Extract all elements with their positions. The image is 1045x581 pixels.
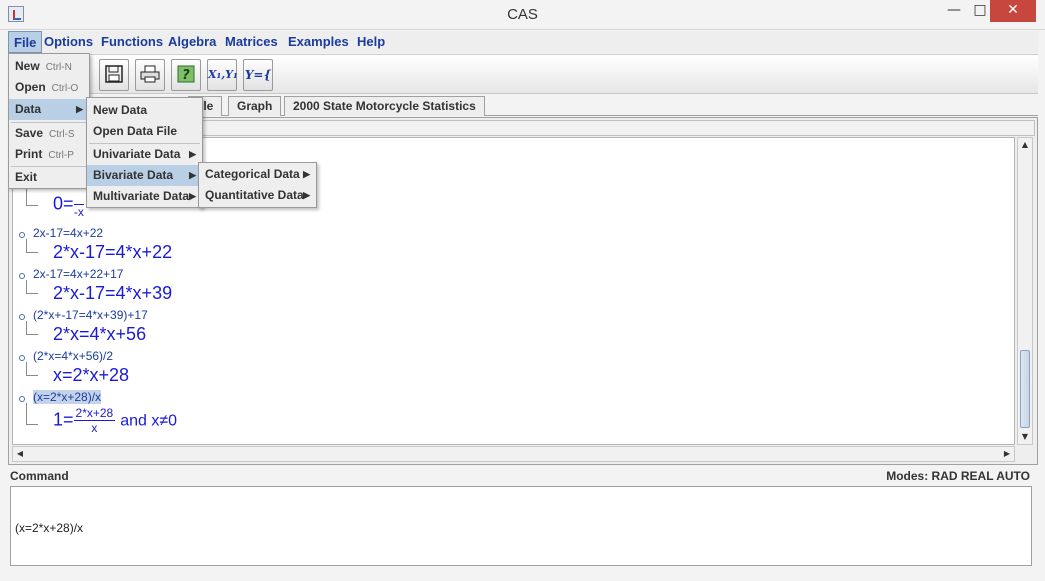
menu-item-open-data-file[interactable]: Open Data File (87, 121, 202, 142)
svg-text:?: ? (182, 68, 190, 83)
menu-item-open[interactable]: Open Ctrl-O (9, 77, 89, 98)
submenu-arrow-icon: ▶ (76, 104, 83, 114)
tree-connector (26, 239, 38, 253)
menu-functions[interactable]: Functions (96, 31, 168, 53)
scroll-right-arrow-icon[interactable]: ▶ (1000, 447, 1014, 461)
menu-item-save[interactable]: Save Ctrl-S (9, 123, 89, 144)
command-input[interactable]: (x=2*x+28)/x (10, 486, 1032, 566)
input-expression[interactable]: (2*x=4*x+56)/2 (33, 349, 113, 363)
window-title: CAS (507, 6, 538, 23)
minimize-button[interactable]: — (940, 0, 968, 22)
menu-item-print[interactable]: Print Ctrl-P (9, 144, 89, 165)
menu-item-new-data[interactable]: New Data (87, 100, 202, 121)
tab-motorcycle-statistics[interactable]: 2000 State Motorcycle Statistics (284, 96, 485, 116)
question-mark-icon: ? (177, 65, 195, 83)
print-toolbar-button[interactable] (135, 59, 165, 91)
printer-icon (140, 65, 160, 83)
tree-connector (26, 321, 38, 335)
output-expression[interactable]: 2*x-17=4*x+22 (53, 242, 172, 263)
tree-node[interactable] (19, 314, 25, 320)
output-expression[interactable]: 2*x=4*x+56 (53, 324, 146, 345)
tree-node[interactable] (19, 232, 25, 238)
input-expression[interactable]: (2*x+-17=4*x+39)+17 (33, 308, 148, 322)
menu-item-categorical-data[interactable]: Categorical Data ▶ (199, 164, 316, 185)
output-expression-partial: 0= -x (53, 190, 85, 219)
menu-item-exit[interactable]: Exit (9, 167, 89, 188)
menu-item-multivariate-data[interactable]: Multivariate Data ▶ (87, 186, 202, 207)
title-bar: CAS — □ ✕ (0, 0, 1045, 30)
scroll-up-arrow-icon[interactable]: ▲ (1018, 138, 1032, 152)
data-submenu: New Data Open Data File Univariate Data ▶… (86, 97, 203, 208)
submenu-arrow-icon: ▶ (189, 191, 196, 201)
menu-file[interactable]: File (8, 31, 43, 53)
help-toolbar-button[interactable]: ? (171, 59, 201, 91)
tree-node[interactable] (19, 273, 25, 279)
menu-item-bivariate-data[interactable]: Bivariate Data ▶ (87, 165, 202, 186)
command-header: Command Modes: RAD REAL AUTO (8, 467, 1038, 485)
menu-algebra[interactable]: Algebra (163, 31, 221, 53)
toolbar: ? X₁,Y₁ Y={ (8, 54, 1038, 94)
input-expression[interactable]: 2x-17=4x+22+17 (33, 267, 123, 281)
tree-connector (26, 403, 38, 425)
output-expression[interactable]: 1= 2*x+28 x and x≠0 (53, 406, 177, 435)
scroll-left-arrow-icon[interactable]: ◀ (13, 447, 27, 461)
menu-examples[interactable]: Examples (283, 31, 354, 53)
scroll-down-arrow-icon[interactable]: ▼ (1018, 430, 1032, 444)
menu-item-quantitative-data[interactable]: Quantitative Data ▶ (199, 185, 316, 206)
input-expression-selected[interactable]: (x=2*x+28)/x (33, 390, 102, 404)
y-equals-button[interactable]: Y={ (243, 59, 273, 91)
x-y-variables-button[interactable]: X₁,Y₁ (207, 59, 238, 91)
menu-item-data[interactable]: Data ▶ (9, 99, 89, 120)
menu-help[interactable]: Help (352, 31, 390, 53)
file-menu: New Ctrl-N Open Ctrl-O Data ▶ Save Ctrl-S Pr… (8, 53, 90, 189)
scrollbar-thumb[interactable] (1020, 350, 1030, 428)
command-text[interactable]: (x=2*x+28)/x (15, 521, 83, 535)
modes-indicator: Modes: RAD REAL AUTO (886, 469, 1030, 483)
output-expression[interactable]: 2*x-17=4*x+39 (53, 283, 172, 304)
tree-connector (26, 280, 38, 294)
floppy-disk-icon (105, 65, 123, 83)
menu-matrices[interactable]: Matrices (220, 31, 283, 53)
menu-item-univariate-data[interactable]: Univariate Data ▶ (87, 144, 202, 165)
command-label: Command (10, 469, 69, 483)
tree-connector (26, 362, 38, 376)
horizontal-scrollbar[interactable]: ◀ ▶ (12, 446, 1015, 462)
menu-item-new[interactable]: New Ctrl-N (9, 56, 89, 77)
tab-graph[interactable]: Graph (228, 96, 282, 116)
tree-node[interactable] (19, 355, 25, 361)
submenu-arrow-icon: ▶ (303, 190, 310, 200)
save-toolbar-button[interactable] (99, 59, 129, 91)
menu-bar: File Options Functions Algebra Matrices … (8, 31, 1038, 53)
bivariate-submenu: Categorical Data ▶ Quantitative Data ▶ (198, 162, 317, 208)
vertical-scrollbar[interactable]: ▲ ▼ (1017, 137, 1033, 445)
close-button[interactable]: ✕ (990, 0, 1036, 22)
tree-node[interactable] (19, 396, 25, 402)
submenu-arrow-icon: ▶ (303, 169, 310, 179)
menu-options[interactable]: Options (39, 31, 98, 53)
submenu-arrow-icon: ▶ (189, 170, 196, 180)
output-expression[interactable]: x=2*x+28 (53, 365, 129, 386)
submenu-arrow-icon: ▶ (189, 149, 196, 159)
input-expression[interactable]: 2x-17=4x+22 (33, 226, 103, 240)
